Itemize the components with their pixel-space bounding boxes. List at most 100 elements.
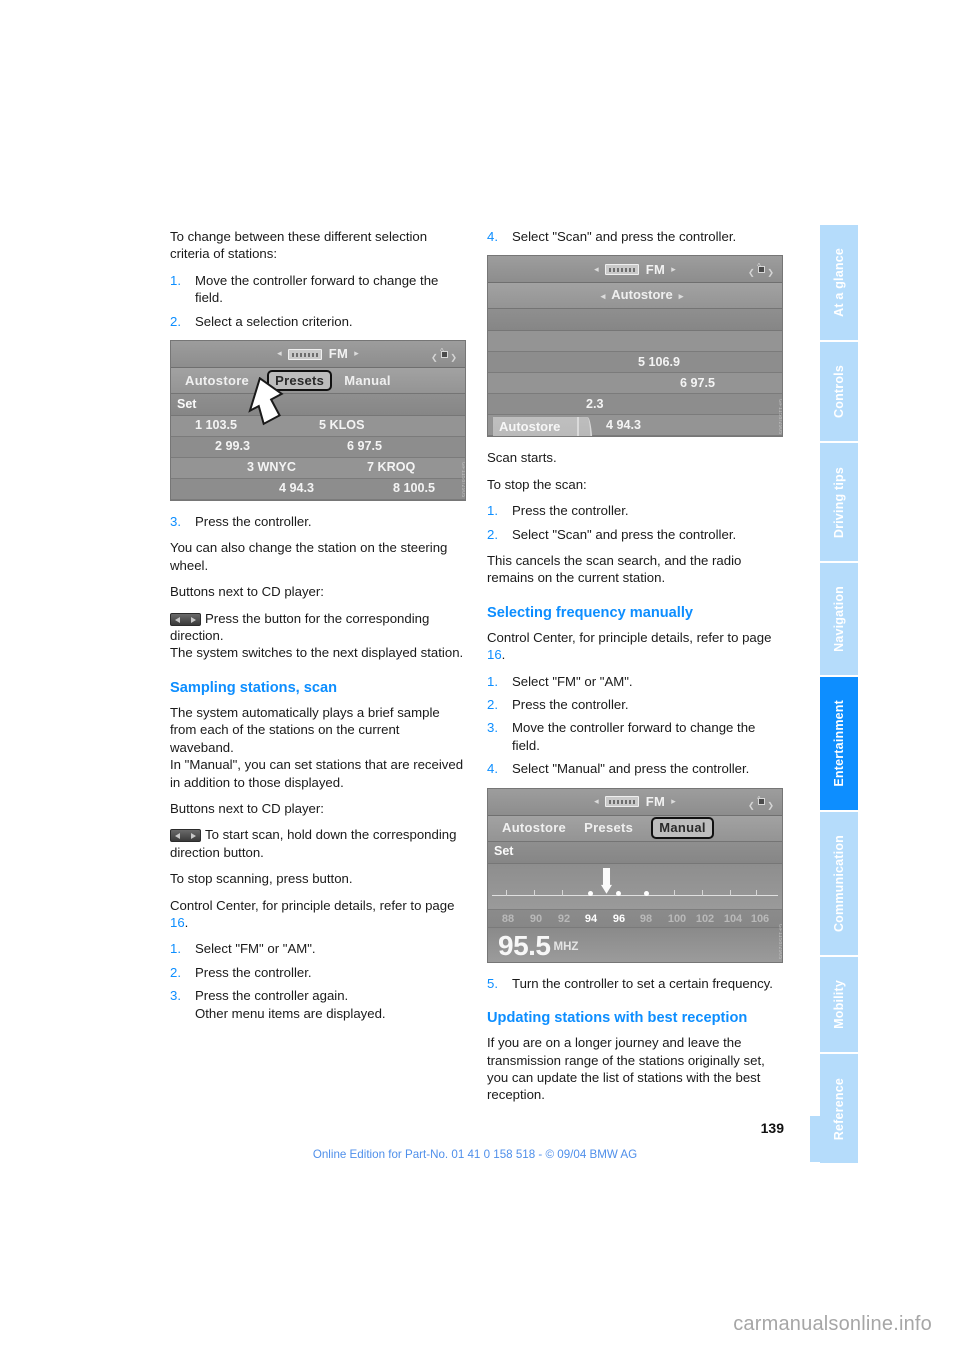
sidebar-item-label: Reference [832,1077,846,1140]
step-text: Select "Scan" and press the controller. [512,229,737,244]
sidebar-item-label: At a glance [832,248,846,318]
list-item: 1. Select "FM" or "AM". [170,940,466,957]
sidebar-item-label: Communication [832,835,846,933]
idrive-header-bar: ◂ FM ▸ ❮ ^ ❯ [488,256,782,284]
table-row[interactable]: 3 WNYC 7 KROQ [171,458,465,480]
steps-change-criteria: 1. Move the controller forward to change… [170,272,466,330]
step-text: Select "FM" or "AM". [512,673,633,689]
idrive-header-bar: ◂ FM ▸ ❮ ^ ❯ [488,788,782,816]
page-reference-link[interactable]: 16 [170,915,185,930]
sidebar-item-driving-tips[interactable]: Driving tips [820,441,858,561]
page-number: 139 [760,1120,784,1136]
list-item: 1. Move the controller forward to change… [170,272,466,307]
preset-left: 2 99.3 [215,439,251,454]
sidebar-item-label: Mobility [832,980,846,1030]
steps-select-scan: 4. Select "Scan" and press the controlle… [487,228,783,245]
step-text: Select "FM" or "AM". [195,941,316,957]
step-number: 2. [170,964,181,980]
next-arrow-icon: ▸ [671,263,676,274]
steps-stop-scan: 1. Press the controller. 2. Select "Scan… [487,502,783,543]
step-number: 2. [487,697,498,713]
step-number: 3. [170,988,181,1004]
station-dot [644,890,649,896]
tab-manual[interactable]: Manual [344,372,391,389]
idrive-tab-row: Autostore Presets Manual [488,815,782,842]
figure-code: GF1158/2905 [460,462,466,499]
scan-rocker-text: To start scan, hold down the correspondi… [170,827,457,860]
step-number: 1. [170,272,181,288]
sidebar-item-communication[interactable]: Communication [820,810,858,956]
step-number: 4. [487,761,498,777]
step-text: Move the controller forward to change th… [512,720,756,753]
step-text: Move the controller forward to change th… [195,272,439,306]
subheader-group: ◂ Autostore ▸ [502,286,782,305]
station-dot [588,890,593,896]
menu-item-autostore[interactable]: Autostore [493,417,577,436]
compass-icon: ❮ ^ ❯ [748,262,774,278]
figure-manual-tuner-screen: ◂ FM ▸ ❮ ^ ❯ Autostore Presets Manual Set [487,787,783,963]
station-dot [616,890,621,896]
scan-stop-note: To stop scanning, press button. [170,871,353,887]
tab-autostore[interactable]: Autostore [502,819,566,836]
list-item: 2. Select "Scan" and press the controlle… [487,526,783,543]
prev-arrow-icon: ◂ [594,795,599,806]
preset-right: 8 100.5 [393,481,436,496]
tab-manual[interactable]: Manual [651,817,714,839]
frequency-unit: MHZ [553,941,579,954]
figure-code: GF1158/2905 [777,923,783,960]
step-text: Select a selection criterion. [195,313,353,329]
table-row[interactable]: 2 99.3 6 97.5 [171,437,465,459]
preset-left: 4 94.3 [606,417,642,432]
band-label: FM [328,346,349,362]
sidebar-item-controls[interactable]: Controls [820,340,858,442]
scale-tick-label: 92 [557,912,571,925]
scale-tick-label: 106 [750,912,770,925]
frequency-slider[interactable] [488,863,782,910]
tab-autostore[interactable]: Autostore [185,372,249,389]
scale-tick-label: 102 [695,912,715,925]
scale-tick-label: 98 [639,912,653,925]
chapter-tab-rail: At a glance Controls Driving tips Naviga… [820,225,858,1163]
preset-list: Autostore Store Tone Scan 5 106.9 6 97.5 [488,331,782,437]
preset-right: 5 106.9 [638,354,681,369]
scan-cd-buttons-label: Buttons next to CD player: [170,800,324,816]
band-label: FM [645,261,666,277]
site-watermark: carmanualsonline.info [733,1313,932,1335]
rocker-button-icon [170,612,201,626]
sidebar-item-entertainment[interactable]: Entertainment [820,675,858,810]
list-item: 4. Select "Manual" and press the control… [487,760,783,777]
idrive-set-row: Set [171,394,465,417]
tab-presets[interactable]: Presets [584,819,633,836]
prev-arrow-icon: ◂ [600,291,606,302]
table-row[interactable]: 5 106.9 [488,352,782,374]
list-item: 5. Turn the controller to set a certain … [487,975,783,992]
step-number: 1. [487,673,498,689]
list-item: 3. Press the controller again. Other men… [170,987,466,1022]
preset-right: 6 97.5 [680,375,716,390]
scale-tick-label: 104 [723,912,743,925]
sidebar-item-mobility[interactable]: Mobility [820,955,858,1053]
rocker-instruction-text: Press the button for the corresponding d… [170,610,430,644]
manual-ref-post: . [501,647,506,663]
preset-right: 6 97.5 [347,439,383,454]
preset-right: 7 KROQ [367,460,416,475]
table-row[interactable]: 6 97.5 [488,373,782,395]
table-row[interactable]: 4 94.3 8 100.5 [171,479,465,501]
table-row[interactable]: 2.3 [488,394,782,416]
table-row[interactable]: 1 103.5 5 KLOS [171,416,465,438]
step-text: Turn the controller to set a certain fre… [512,975,773,991]
cassette-icon [287,348,322,360]
intro-paragraph: To change between these different select… [170,229,428,262]
list-item: 1. Press the controller. [487,502,783,519]
preset-list: 1 103.5 5 KLOS 2 99.3 6 97.5 3 WNYC 7 KR… [171,416,465,501]
preset-left: 3 WNYC [247,460,296,475]
sidebar-item-navigation[interactable]: Navigation [820,560,858,676]
step-text: Press the controller. [512,503,629,519]
sidebar-item-at-a-glance[interactable]: At a glance [820,225,858,341]
sidebar-item-reference[interactable]: Reference [820,1052,858,1163]
steps-press-controller: 3. Press the controller. [170,513,466,530]
step-number: 1. [487,503,498,519]
table-row[interactable] [488,331,782,353]
page-reference-link[interactable]: 16 [487,647,502,662]
preset-left: 4 94.3 [279,481,315,496]
